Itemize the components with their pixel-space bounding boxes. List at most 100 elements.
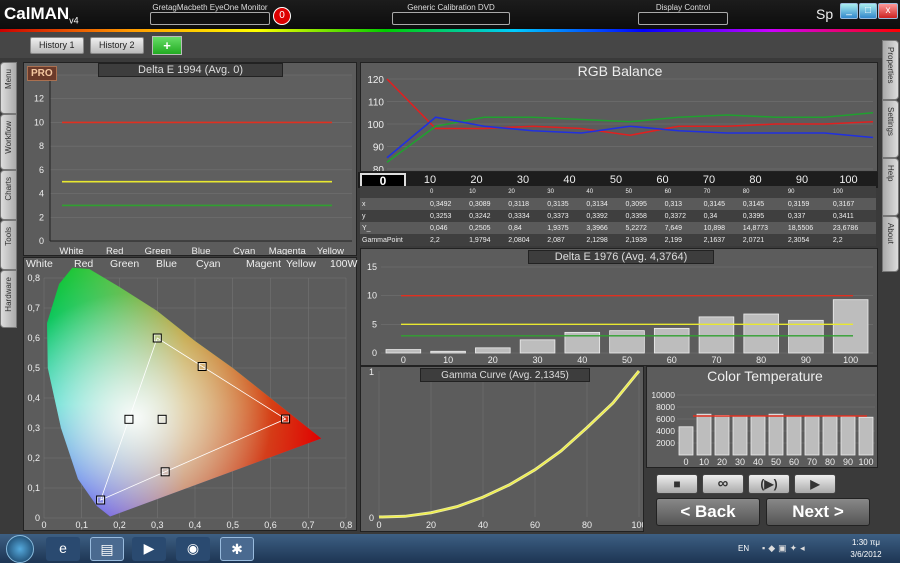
x-tick-label: 10	[443, 355, 453, 365]
cie-patch-header: White Red Green Blue Cyan Magent Yellow 100W	[24, 258, 358, 271]
patch-label[interactable]: 10	[418, 174, 442, 186]
tray-icons[interactable]: ▪◆▣✦◂	[762, 543, 808, 554]
table-cell: 0,337	[785, 210, 831, 222]
patch-label[interactable]: 30	[511, 174, 535, 186]
bar	[822, 416, 838, 456]
bar	[714, 415, 730, 456]
display-selector[interactable]	[638, 12, 728, 25]
loop-button[interactable]: ∞	[702, 474, 744, 494]
table-cell: 0,313	[662, 198, 702, 210]
x-tick-label: Cyan	[233, 246, 255, 255]
tab-help[interactable]: Help	[882, 158, 899, 216]
patch-label[interactable]: 100	[837, 174, 861, 186]
tab-workflow[interactable]: Workflow	[0, 114, 17, 170]
tab-properties[interactable]: Properties	[882, 40, 899, 100]
tab-hardware[interactable]: Hardware	[0, 270, 17, 328]
calman-task-icon[interactable]: ✱	[220, 537, 254, 561]
cie-header-item[interactable]: Blue	[156, 258, 177, 270]
row-label: x	[360, 198, 428, 210]
bar	[858, 416, 874, 456]
delta-e-1994-panel: 02468101214WhiteRedGreenBlueCyanMagentaY…	[23, 62, 357, 257]
patch-label[interactable]: 70	[697, 174, 721, 186]
x-tick-label: 30	[533, 355, 543, 365]
maximize-button[interactable]: □	[859, 3, 877, 19]
x-tick-label: 0	[683, 457, 688, 467]
table-cell: 0,3373	[545, 210, 585, 222]
add-history-button[interactable]: +	[152, 36, 182, 55]
y-tick-label: 0,5	[27, 363, 40, 373]
table-cell: 1,9794	[467, 234, 507, 246]
cie-header-item[interactable]: Green	[110, 258, 139, 270]
y-tick-label: 4	[39, 189, 44, 199]
back-button[interactable]: < Back	[656, 498, 760, 526]
language-indicator[interactable]: EN	[738, 544, 749, 553]
y-tick-label: 1	[369, 367, 374, 377]
table-cell: 2,0721	[740, 234, 786, 246]
meter-status-badge[interactable]: 0	[273, 7, 291, 25]
x-tick-label: 30	[735, 457, 745, 467]
play-button[interactable]: ▶	[794, 474, 836, 494]
tab-about[interactable]: About	[882, 216, 899, 272]
history-1-tab[interactable]: History 1	[30, 37, 84, 54]
y-tick-label: 2	[39, 212, 44, 222]
table-cell: 5,2272	[623, 222, 663, 234]
patch-label[interactable]: 60	[651, 174, 675, 186]
cie-header-item[interactable]: Red	[74, 258, 93, 270]
x-tick-label: 20	[717, 457, 727, 467]
table-cell: 0,3118	[506, 198, 546, 210]
table-cell: 0,3334	[506, 210, 546, 222]
table-row: Y_ 0,046 0,2505 0,84 1,9375 3,3966 5,2272 7,649…	[360, 222, 876, 234]
gamma-panel: 0 20 40 60 80 100 0 1	[360, 366, 647, 532]
patch-label[interactable]: 20	[465, 174, 489, 186]
next-button[interactable]: Next >	[766, 498, 870, 526]
table-col-header: 60	[662, 186, 702, 198]
table-cell: 0,3358	[623, 210, 663, 222]
x-tick-label: White	[59, 246, 83, 255]
x-tick-label: 0,4	[189, 520, 202, 530]
meter-selector[interactable]	[150, 12, 270, 25]
y-tick-label: 80	[373, 165, 385, 171]
table-cell: 0,3242	[467, 210, 507, 222]
patch-label[interactable]: 50	[604, 174, 628, 186]
start-button[interactable]	[6, 535, 34, 563]
x-tick-label: 60	[530, 520, 540, 530]
y-tick-label: 2000	[656, 438, 675, 448]
x-tick-label: 40	[753, 457, 763, 467]
cie-chart-panel: 0 0,1 0,2 0,3 0,4 0,5 0,6 0,7 0,8 0 0,1 0,2 0,3 0,4 0,…	[23, 257, 357, 531]
tab-settings[interactable]: Settings	[882, 100, 899, 158]
cie-header-item[interactable]: 100W	[330, 258, 357, 270]
clock-time: 1:30 πμ	[852, 538, 880, 547]
cie-header-item[interactable]: Yellow	[286, 258, 316, 270]
patch-label[interactable]: 40	[558, 174, 582, 186]
media-player-icon[interactable]: ▶	[132, 537, 166, 561]
cie-header-item[interactable]: White	[26, 258, 53, 270]
bar	[519, 339, 556, 354]
x-tick-label: 70	[711, 355, 721, 365]
history-2-tab[interactable]: History 2	[90, 37, 144, 54]
row-label: Y_	[360, 222, 428, 234]
explorer-icon[interactable]: ▤	[90, 537, 124, 561]
table-row: y 0,3253 0,3242 0,3334 0,3373 0,3392 0,3358 0,3…	[360, 210, 876, 222]
ie-icon[interactable]: e	[46, 537, 80, 561]
patch-label[interactable]: 90	[790, 174, 814, 186]
delta-e-1976-panel: 0 5 10 15 0 10 20 30 40 50 60 70 80 90 100	[360, 248, 878, 366]
table-cell: 2,1637	[701, 234, 741, 246]
firefox-icon[interactable]: ◉	[176, 537, 210, 561]
cie-header-item[interactable]: Cyan	[196, 258, 221, 270]
tab-tools[interactable]: Tools	[0, 220, 17, 270]
delta-e-1994-chart: 02468101214WhiteRedGreenBlueCyanMagentaY…	[34, 70, 352, 257]
close-button[interactable]: x	[878, 3, 898, 19]
source-selector[interactable]	[392, 12, 510, 25]
y-tick-label: 0,3	[27, 423, 40, 433]
minimize-button[interactable]: _	[840, 3, 858, 19]
bar	[653, 327, 690, 354]
cie-header-item[interactable]: Magent	[246, 258, 281, 270]
y-tick-label: 10000	[651, 390, 675, 400]
patch-label[interactable]: 80	[744, 174, 768, 186]
tab-menu[interactable]: Menu	[0, 62, 17, 114]
play-pause-button[interactable]: (▶)	[748, 474, 790, 494]
x-tick-label: Magenta	[269, 246, 307, 255]
stop-button[interactable]: ■	[656, 474, 698, 494]
tab-charts[interactable]: Charts	[0, 170, 17, 220]
y-tick-label: 0,7	[27, 303, 40, 313]
